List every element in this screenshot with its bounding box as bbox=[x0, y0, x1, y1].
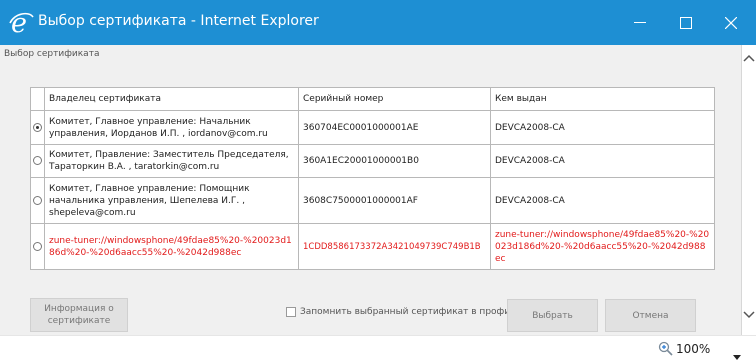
serial-cell: 360704EC0001000001AE bbox=[298, 110, 491, 145]
row-radio[interactable] bbox=[33, 241, 42, 251]
minimize-icon bbox=[634, 22, 646, 23]
close-button[interactable] bbox=[708, 0, 754, 45]
table-row[interactable]: Комитет, Главное управление: Помощник на… bbox=[30, 177, 715, 224]
minimize-button[interactable] bbox=[617, 0, 663, 45]
certificate-info-button[interactable]: Информация о сертификате bbox=[30, 298, 128, 332]
certificate-table: Владелец сертификата Серийный номер Кем … bbox=[30, 87, 715, 270]
zoom-magnifier-icon bbox=[658, 341, 673, 356]
row-radio-cell[interactable] bbox=[30, 144, 45, 178]
checkbox-icon[interactable] bbox=[286, 307, 296, 317]
remember-label: Запомнить выбранный сертификат в профиле bbox=[300, 307, 522, 317]
vertical-scrollbar[interactable] bbox=[742, 45, 756, 335]
chevron-up-icon bbox=[743, 54, 755, 62]
row-radio[interactable] bbox=[33, 195, 42, 205]
row-radio[interactable] bbox=[33, 122, 42, 132]
serial-cell: 1CDD8586173372A3421049739C749B1B bbox=[298, 223, 491, 270]
maximize-icon bbox=[680, 16, 692, 29]
owner-cell: zune-tuner://windowsphone/49fdae85%20-%2… bbox=[44, 223, 299, 270]
serial-cell: 3608C7500001000001AF bbox=[298, 177, 491, 224]
issuer-cell: zune-tuner://windowsphone/49fdae85%20-%2… bbox=[490, 223, 715, 270]
window-title: Выбор сертификата - Internet Explorer bbox=[38, 13, 319, 29]
owner-cell: Комитет, Главное управление: Помощник на… bbox=[44, 177, 299, 224]
row-radio-cell[interactable] bbox=[30, 177, 45, 224]
scroll-up-button[interactable] bbox=[742, 50, 756, 66]
radio-column-header bbox=[30, 87, 45, 111]
scroll-down-button[interactable] bbox=[742, 307, 756, 323]
table-row[interactable]: zune-tuner://windowsphone/49fdae85%20-%2… bbox=[30, 223, 715, 270]
select-button[interactable]: Выбрать bbox=[507, 299, 598, 332]
dialog-title: Выбор сертификата bbox=[4, 49, 100, 59]
chevron-down-icon bbox=[743, 311, 755, 319]
table-row[interactable]: Комитет, Правление: Заместитель Председа… bbox=[30, 144, 715, 178]
zoom-level: 100% bbox=[676, 342, 711, 356]
column-header-serial: Серийный номер bbox=[298, 87, 491, 111]
zoom-dropdown-button[interactable] bbox=[733, 345, 741, 360]
row-radio[interactable] bbox=[33, 156, 42, 165]
zoom-control[interactable]: 100% bbox=[658, 341, 710, 357]
window-titlebar: e Выбор сертификата - Internet Explorer bbox=[0, 0, 756, 45]
issuer-cell: DEVCA2008-CA bbox=[490, 177, 715, 224]
remember-certificate-checkbox[interactable]: Запомнить выбранный сертификат в профиле bbox=[286, 307, 521, 317]
cancel-button[interactable]: Отмена bbox=[605, 299, 696, 332]
serial-cell: 360A1EC20001000001B0 bbox=[298, 144, 491, 178]
close-icon bbox=[725, 16, 737, 29]
column-header-owner: Владелец сертификата bbox=[44, 87, 299, 111]
column-header-issuer: Кем выдан bbox=[490, 87, 715, 111]
issuer-cell: DEVCA2008-CA bbox=[490, 144, 715, 178]
row-radio-cell[interactable] bbox=[30, 110, 45, 145]
dialog-content: Выбор сертификата Владелец сертификата С… bbox=[0, 45, 742, 335]
caret-down-icon bbox=[733, 355, 741, 360]
maximize-button[interactable] bbox=[663, 0, 709, 45]
issuer-cell: DEVCA2008-CA bbox=[490, 110, 715, 145]
table-row[interactable]: Комитет, Главное управление: Начальник у… bbox=[30, 110, 715, 145]
row-radio-cell[interactable] bbox=[30, 223, 45, 270]
status-bar: 100% bbox=[0, 335, 756, 360]
ie-logo-icon: e bbox=[9, 7, 35, 39]
svg-text:e: e bbox=[11, 8, 27, 37]
owner-cell: Комитет, Правление: Заместитель Председа… bbox=[44, 144, 299, 178]
table-header-row: Владелец сертификата Серийный номер Кем … bbox=[30, 87, 715, 111]
owner-cell: Комитет, Главное управление: Начальник у… bbox=[44, 110, 299, 145]
